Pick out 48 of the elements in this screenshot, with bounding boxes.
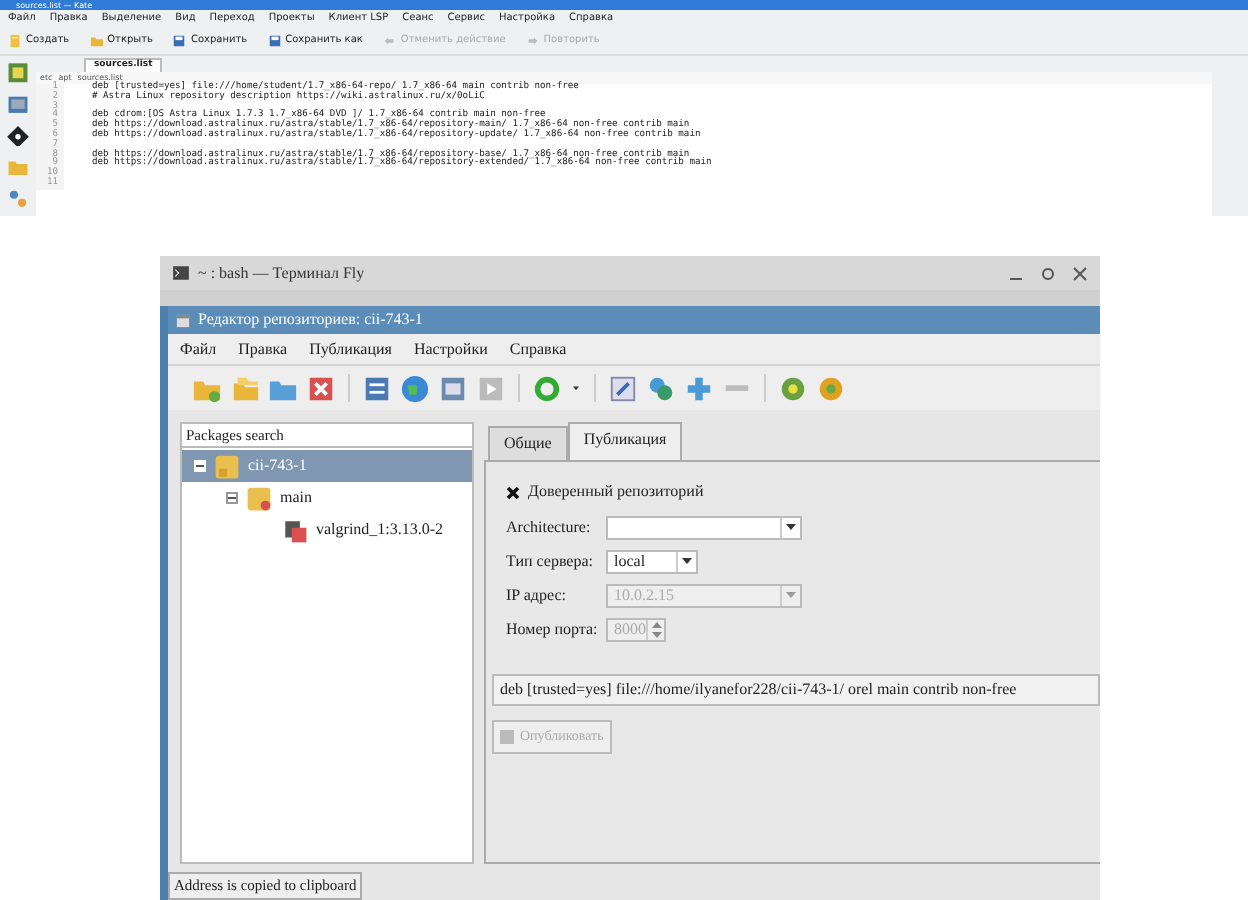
list-icon[interactable]	[362, 373, 392, 403]
address-field[interactable]: deb [trusted=yes] file:///home/ilyanefor228/cii-743-1/ orel main contrib non-free	[492, 674, 1100, 706]
git-icon[interactable]	[6, 125, 30, 147]
field-label: IP адрес:	[506, 584, 568, 608]
close-icon[interactable]	[1072, 265, 1088, 281]
delete-icon[interactable]	[306, 373, 336, 403]
window-icon[interactable]	[438, 373, 468, 403]
tree-label: cii-743-1	[248, 454, 307, 478]
tab[interactable]: Публикация	[567, 422, 683, 460]
folder-icon[interactable]	[6, 156, 30, 179]
new-file-icon	[8, 34, 22, 48]
caret-icon[interactable]	[570, 382, 582, 394]
menu-item[interactable]: Справка	[509, 337, 567, 361]
publish-icon	[500, 729, 514, 744]
repository-icon	[214, 453, 240, 479]
undo-icon	[382, 34, 397, 48]
window-title: Редактор репозиториев: cii-743-1	[198, 308, 423, 332]
field-label: Тип сервера:	[506, 550, 596, 574]
tree-item[interactable]: main	[182, 482, 472, 514]
terminal-icon	[172, 264, 190, 282]
window-title: ~ : bash — Терминал Fly	[198, 261, 365, 285]
menu-item[interactable]: Настройки	[413, 337, 488, 361]
edit-icon[interactable]	[608, 373, 638, 403]
plus-icon[interactable]	[684, 373, 714, 403]
menu-item[interactable]: Правка	[238, 337, 288, 361]
field-label: Architecture:	[506, 516, 593, 540]
combo-box[interactable]: local	[606, 550, 698, 574]
tree-item[interactable]: valgrind_1:3.13.0-2	[182, 514, 472, 546]
maximize-icon[interactable]	[1040, 265, 1056, 281]
folders-icon[interactable]	[230, 373, 260, 403]
field-label: Номер порта:	[506, 618, 598, 642]
window-icon	[176, 313, 190, 327]
checkbox-label: Доверенный репозиторий	[528, 480, 704, 504]
tree-label: valgrind_1:3.13.0-2	[316, 518, 444, 542]
tree-label: main	[280, 486, 312, 510]
redo-icon	[525, 34, 540, 48]
menu-item[interactable]: Публикация	[309, 337, 392, 361]
folder-icon	[89, 34, 104, 48]
folder-icon	[246, 485, 272, 511]
tab[interactable]: Общие	[488, 426, 568, 460]
terminal-icon[interactable]	[6, 93, 30, 116]
combo-box[interactable]	[606, 516, 802, 540]
package-icon	[282, 517, 308, 543]
globe-icon[interactable]	[400, 373, 430, 403]
play-icon[interactable]	[476, 373, 506, 403]
checkbox[interactable]	[506, 485, 520, 499]
collapse-icon[interactable]	[226, 492, 238, 504]
menu-item[interactable]: Файл	[180, 337, 217, 361]
